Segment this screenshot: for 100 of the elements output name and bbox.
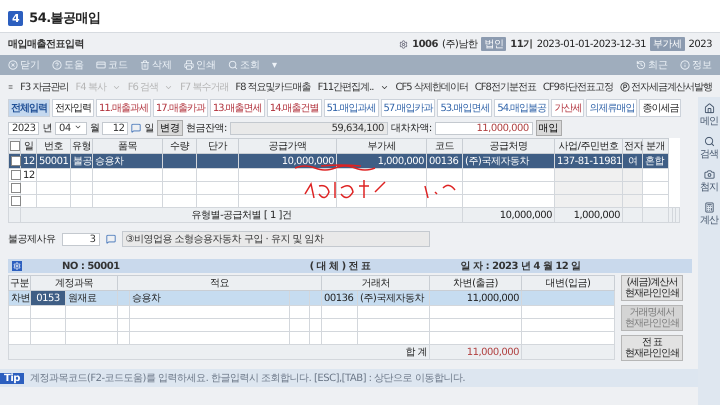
tab[interactable]: 17.매출카과 bbox=[152, 99, 208, 117]
sidebar-button[interactable]: 메인 bbox=[700, 103, 718, 128]
tab[interactable]: 14.매출건별 bbox=[266, 99, 322, 117]
tab[interactable]: 51.매입과세 bbox=[324, 99, 379, 117]
difference-label: 대차차액: bbox=[390, 122, 432, 135]
help-icon bbox=[52, 60, 62, 70]
table-cell bbox=[92, 182, 162, 194]
column-header: 사업/주민번호 bbox=[554, 138, 622, 154]
vat-year: 2023 bbox=[688, 38, 712, 50]
total-label: 합 계 bbox=[8, 344, 430, 360]
table-cell bbox=[162, 182, 196, 194]
table-cell bbox=[426, 182, 462, 194]
tab[interactable]: 종이세금 bbox=[639, 99, 682, 117]
table-cell[interactable] bbox=[30, 306, 66, 318]
cash-balance-label: 현금잔액: bbox=[186, 122, 227, 135]
tab[interactable]: 의제류매입 bbox=[586, 99, 638, 117]
checkbox[interactable] bbox=[11, 156, 21, 166]
month-select[interactable]: 04 bbox=[54, 122, 87, 134]
column-header: 단가 bbox=[196, 138, 238, 154]
checkbox[interactable] bbox=[11, 170, 21, 180]
tip-badge: Tip bbox=[0, 372, 24, 384]
vat-badge: 부가세 bbox=[650, 37, 685, 51]
column-header: 전자 bbox=[622, 138, 642, 154]
cash-balance-field: 59,634,100 bbox=[230, 122, 388, 134]
menu-icon[interactable] bbox=[8, 82, 14, 92]
tab[interactable]: 53.매입면세 bbox=[437, 99, 492, 117]
table-cell: 50001 bbox=[36, 154, 70, 168]
year-field[interactable]: 2023 bbox=[8, 122, 40, 134]
column-header: 계정과목 bbox=[30, 276, 118, 290]
table-cell: 차변 bbox=[8, 290, 30, 306]
table-cell: 137-81-11981 bbox=[554, 154, 622, 168]
function-key-button[interactable]: CF9하단전표고정 bbox=[542, 80, 613, 94]
column-header: 품목 bbox=[92, 138, 162, 154]
table-cell bbox=[554, 182, 622, 194]
table-cell: 11,000,000 bbox=[430, 290, 522, 306]
info-icon bbox=[680, 60, 690, 70]
sidebar-button[interactable]: 검색 bbox=[700, 136, 718, 161]
printer-icon bbox=[184, 60, 194, 70]
table-cell bbox=[642, 168, 668, 182]
change-button[interactable]: 변경 bbox=[156, 120, 183, 136]
column-header: 대변(입금) bbox=[522, 276, 614, 290]
table-cell[interactable] bbox=[30, 318, 66, 332]
function-key-button[interactable]: CF8전기분전표 bbox=[474, 80, 536, 94]
voucher-date: 일 자 : 2023 년 4 월 12 일 bbox=[460, 260, 581, 273]
function-key-button[interactable]: F8 적요및카드매출 bbox=[235, 80, 311, 94]
table-cell bbox=[196, 154, 238, 168]
function-key-button[interactable]: F3 자금관리 bbox=[20, 80, 68, 94]
table-cell: 원재료 bbox=[66, 290, 118, 306]
company-code: 1006 bbox=[412, 38, 438, 50]
page-title: 54.불공매입 bbox=[29, 10, 101, 27]
table-cell bbox=[36, 168, 70, 182]
table-cell bbox=[358, 318, 430, 332]
table-cell bbox=[196, 168, 238, 182]
purchase-badge[interactable]: 매입 bbox=[536, 120, 562, 136]
window-title: 매입매출전표입력 bbox=[8, 38, 85, 51]
sidebar-button[interactable]: 계산 bbox=[700, 202, 718, 227]
table-cell bbox=[358, 306, 430, 318]
trash-icon bbox=[140, 60, 150, 70]
camera-icon bbox=[704, 169, 714, 180]
gear-icon[interactable] bbox=[12, 261, 22, 271]
checkbox[interactable] bbox=[11, 196, 21, 206]
reason-code-field[interactable]: 3 bbox=[62, 232, 100, 246]
table-cell bbox=[92, 168, 162, 182]
column-header: 구분 bbox=[8, 276, 30, 290]
table-cell: 00136 bbox=[426, 154, 462, 168]
tab[interactable]: 57.매입카과 bbox=[380, 99, 436, 117]
company-name: (주)남한 bbox=[442, 38, 478, 51]
column-header: 공급가액 bbox=[238, 138, 336, 154]
history-icon bbox=[636, 60, 646, 70]
table-cell: 12 bbox=[20, 168, 36, 182]
checkbox[interactable] bbox=[11, 182, 21, 193]
table-cell[interactable]: 0153 bbox=[30, 290, 66, 306]
print-button[interactable]: 전 표 현재라인인쇄 bbox=[621, 335, 683, 361]
column-header: 일 bbox=[20, 138, 36, 154]
card-icon bbox=[96, 60, 106, 70]
search-icon bbox=[228, 60, 238, 70]
month-label: 월 bbox=[90, 122, 100, 135]
table-cell bbox=[196, 182, 238, 194]
sidebar-button[interactable]: 첨지 bbox=[700, 169, 718, 194]
print-button[interactable]: (세금)계산서 현재라인인쇄 bbox=[621, 275, 683, 301]
function-key-button[interactable]: F11간편집계.. bbox=[318, 80, 388, 94]
tab[interactable]: 11.매출과세 bbox=[96, 99, 151, 117]
day-field[interactable]: 12 bbox=[102, 122, 128, 134]
tab[interactable]: 13.매출면세 bbox=[210, 99, 265, 117]
tip-text: 계정과목코드(F2-코드도움)를 입력하세요. 한글입력시 조회합니다. [ESC],[TAB] : 상단으로 이동합니다. bbox=[30, 372, 466, 385]
tab[interactable]: 전자입력 bbox=[52, 99, 94, 117]
day-label: 일 bbox=[144, 122, 154, 135]
column-header: 차변(출금) bbox=[430, 276, 522, 290]
function-key-button[interactable]: CF5 삭제한데이터 bbox=[396, 80, 468, 94]
function-key-button[interactable]: 전자세금계산서발행 bbox=[620, 80, 712, 94]
table-cell: 승용차 bbox=[92, 154, 162, 168]
column-header: 부가세 bbox=[336, 138, 426, 154]
lookup-icon[interactable] bbox=[106, 234, 116, 244]
tab[interactable]: 가산세 bbox=[551, 99, 584, 117]
period-dates: 2023-01-01-2023-12-31 bbox=[536, 38, 646, 50]
tab[interactable]: 54.매입불공 bbox=[494, 99, 550, 117]
tab[interactable]: 전체입력 bbox=[8, 99, 50, 117]
checkbox[interactable] bbox=[10, 140, 20, 151]
table-cell bbox=[70, 168, 92, 182]
summary-label: 유형별-공급처별 [ 1 ]건 bbox=[20, 208, 462, 222]
